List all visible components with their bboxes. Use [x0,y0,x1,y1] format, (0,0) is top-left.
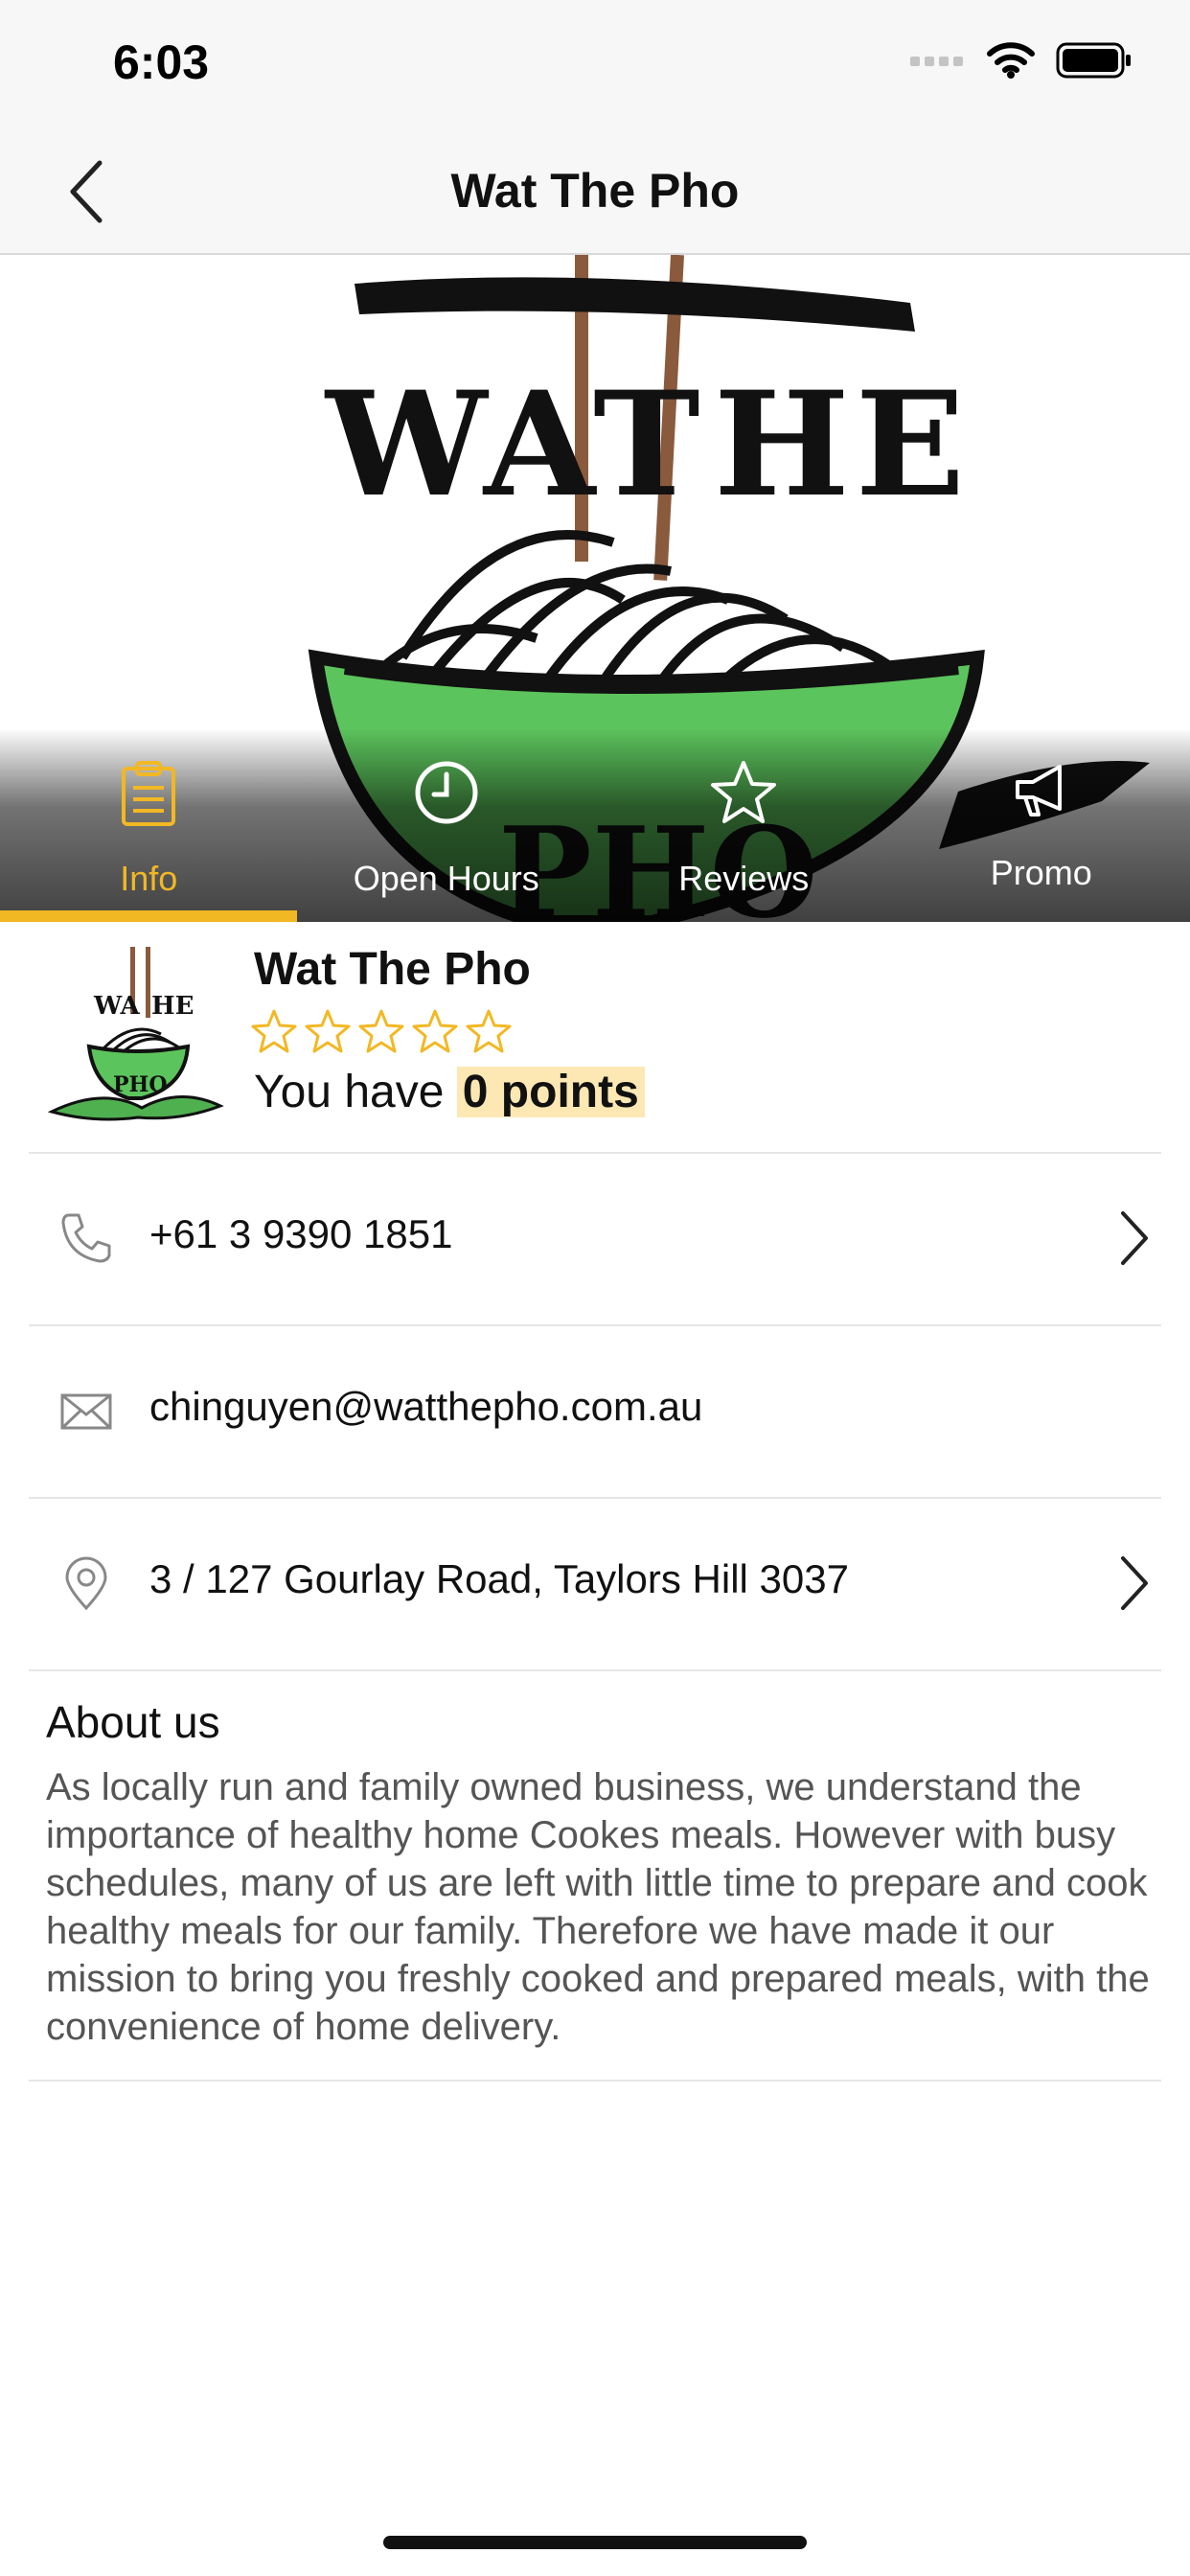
wifi-icon [987,42,1035,79]
svg-text:WA: WA [93,992,141,1021]
tab-promo-label: Promo [990,853,1092,892]
tab-bar: Info Open Hours Reviews Promo [0,740,1190,922]
street-address: 3 / 127 Gourlay Road, Taylors Hill 3037 [149,1556,849,1601]
tab-promo[interactable]: Promo [893,740,1190,922]
battery-icon [1056,42,1131,79]
restaurant-profile: WA HE PHO Wat The Pho You have 0 points [0,922,1190,1152]
active-tab-indicator [0,910,297,922]
about-section: About us As locally run and family owned… [29,1669,1161,2082]
chevron-right-icon [1121,1211,1148,1265]
rating-star-icon [466,1009,512,1053]
restaurant-logo-thumbnail: WA HE PHO [46,943,224,1121]
loyalty-points: You have 0 points [254,1066,645,1118]
location-pin-icon [65,1556,107,1611]
chevron-right-icon [1121,1556,1148,1610]
svg-text:PHO: PHO [113,1072,168,1097]
address-row[interactable]: 3 / 127 Gourlay Road, Taylors Hill 3037 [29,1497,1161,1669]
phone-icon [61,1213,111,1263]
navigation-bar: Wat The Pho [0,126,1190,255]
clock-icon [415,761,478,824]
signal-icon [910,57,963,66]
email-row[interactable]: chinguyen@watthepho.com.au [29,1324,1161,1497]
points-value: 0 points [456,1067,645,1117]
star-icon [711,761,777,823]
rating-star-icon [358,1009,404,1053]
phone-number: +61 3 9390 1851 [149,1211,453,1256]
rating-star-icon [251,1009,297,1053]
email-address: chinguyen@watthepho.com.au [149,1384,703,1429]
rating-stars [251,1008,512,1054]
restaurant-name: Wat The Pho [254,944,531,995]
svg-text:WAT: WAT [324,360,706,529]
tab-open-hours-label: Open Hours [353,859,539,898]
status-time: 6:03 [113,35,210,89]
page-title: Wat The Pho [450,164,740,218]
rating-star-icon [305,1009,351,1053]
tab-info-label: Info [120,859,178,898]
about-description: As locally run and family owned business… [46,1766,1150,2048]
about-title: About us [46,1697,220,1747]
svg-text:HE: HE [151,992,194,1021]
rating-star-icon [412,1009,458,1053]
megaphone-icon [1015,765,1062,816]
clipboard-icon [122,761,176,826]
status-bar: 6:03 [0,0,1190,126]
points-prefix: You have [254,1067,445,1117]
svg-text:HE: HE [714,360,971,529]
tab-open-hours[interactable]: Open Hours [298,740,596,922]
tab-reviews-label: Reviews [678,859,810,898]
envelope-icon [60,1393,112,1430]
home-indicator [383,2536,807,2549]
status-icons [910,42,1133,79]
hero-banner: WAT HE PHO [0,255,1190,922]
phone-row[interactable]: +61 3 9390 1851 [29,1152,1161,1324]
tab-reviews[interactable]: Reviews [595,740,893,922]
tab-info[interactable]: Info [0,740,298,922]
